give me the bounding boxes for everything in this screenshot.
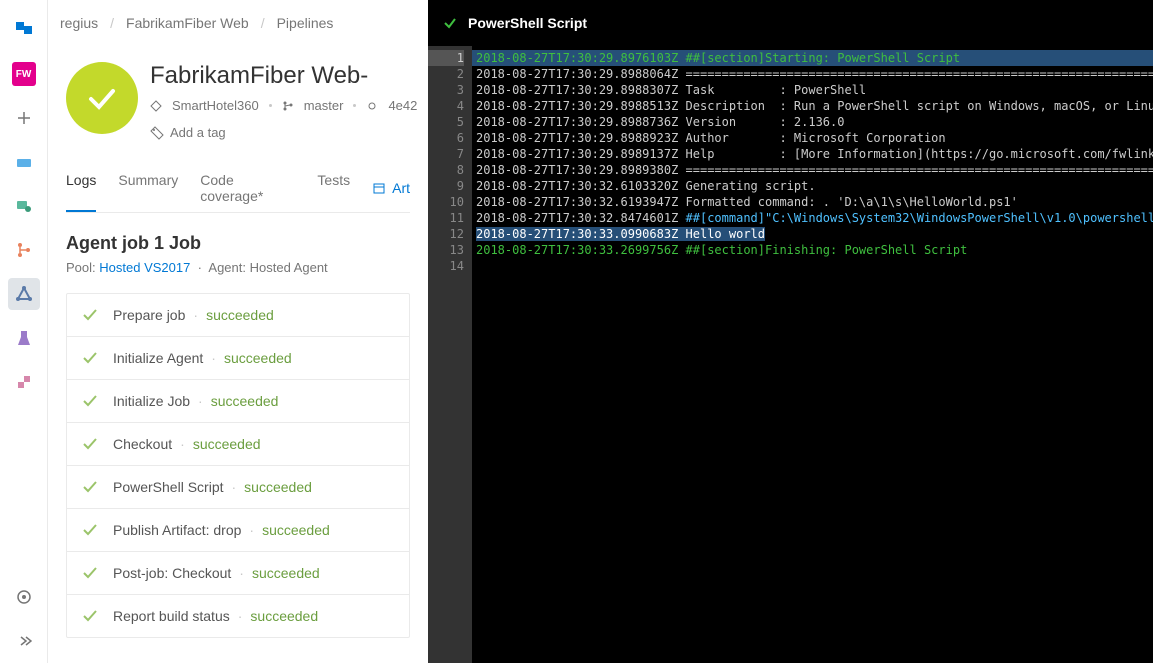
commit-icon <box>366 100 378 112</box>
status-badge-success <box>66 62 138 134</box>
step-name: Checkout <box>113 436 172 452</box>
step-status: succeeded <box>206 307 274 323</box>
console-header: PowerShell Script <box>428 0 1153 46</box>
step-name: Publish Artifact: drop <box>113 522 241 538</box>
log-line: 2018-08-27T17:30:32.6103320Z Generating … <box>472 178 1153 194</box>
job-title: Agent job 1 Job <box>66 233 410 254</box>
step-row[interactable]: Report build status · succeeded <box>67 595 409 637</box>
log-line <box>472 258 1153 274</box>
breadcrumb-project[interactable]: FabrikamFiber Web <box>126 15 249 31</box>
repo-name[interactable]: SmartHotel360 <box>172 98 259 113</box>
step-row[interactable]: Checkout · succeeded <box>67 423 409 466</box>
tab-logs[interactable]: Logs <box>66 164 96 212</box>
breadcrumb-sep: / <box>110 15 114 31</box>
expand-icon[interactable] <box>8 625 40 657</box>
add-icon[interactable] <box>8 102 40 134</box>
step-status: succeeded <box>211 393 279 409</box>
tab-coverage[interactable]: Code coverage* <box>200 164 295 212</box>
testplans-icon[interactable] <box>8 322 40 354</box>
build-title: FabrikamFiber Web- <box>150 62 417 90</box>
step-row[interactable]: Prepare job · succeeded <box>67 294 409 337</box>
tab-tests[interactable]: Tests <box>317 164 350 212</box>
check-icon <box>442 15 458 31</box>
log-line: 2018-08-27T17:30:33.2699756Z ##[section]… <box>472 242 1153 258</box>
log-line: 2018-08-27T17:30:29.8988736Z Version : 2… <box>472 114 1153 130</box>
check-icon <box>81 306 99 324</box>
breadcrumb-org[interactable]: regius <box>60 15 98 31</box>
branch-icon <box>282 100 294 112</box>
step-name: Prepare job <box>113 307 185 323</box>
artifacts-icon[interactable] <box>8 366 40 398</box>
tab-summary[interactable]: Summary <box>118 164 178 212</box>
console-title: PowerShell Script <box>468 15 587 31</box>
check-icon <box>81 349 99 367</box>
repo-icon <box>150 100 162 112</box>
log-line: 2018-08-27T17:30:29.8989137Z Help : [Mor… <box>472 146 1153 162</box>
step-row[interactable]: Initialize Job · succeeded <box>67 380 409 423</box>
pipelines-icon[interactable] <box>8 278 40 310</box>
check-icon <box>81 521 99 539</box>
log-line: 2018-08-27T17:30:32.8474601Z ##[command]… <box>472 210 1153 226</box>
log-line: 2018-08-27T17:30:33.0990683Z Hello world <box>472 226 1153 242</box>
log-line: 2018-08-27T17:30:29.8988513Z Description… <box>472 98 1153 114</box>
step-status: succeeded <box>252 565 320 581</box>
step-status: succeeded <box>244 479 312 495</box>
project-badge[interactable]: FW <box>8 58 40 90</box>
repos-icon[interactable] <box>8 190 40 222</box>
branches-icon[interactable] <box>8 234 40 266</box>
log-line: 2018-08-27T17:30:29.8989380Z ===========… <box>472 162 1153 178</box>
steps-list: Prepare job · succeeded Initialize Agent… <box>66 293 410 638</box>
breadcrumb-section[interactable]: Pipelines <box>277 15 334 31</box>
step-status: succeeded <box>262 522 330 538</box>
artifact-icon <box>372 181 386 195</box>
breadcrumb-sep: / <box>261 15 265 31</box>
step-status: succeeded <box>193 436 261 452</box>
log-line: 2018-08-27T17:30:29.8988923Z Author : Mi… <box>472 130 1153 146</box>
line-gutter: 1234567891011121314 <box>428 46 472 663</box>
step-status: succeeded <box>224 350 292 366</box>
commit-hash[interactable]: 4e42 <box>388 98 417 113</box>
nav-sidebar: FW <box>0 0 48 663</box>
log-line: 2018-08-27T17:30:32.6193947Z Formatted c… <box>472 194 1153 210</box>
branch-name[interactable]: master <box>304 98 344 113</box>
tag-icon <box>150 126 164 140</box>
check-icon <box>81 392 99 410</box>
step-name: Initialize Job <box>113 393 190 409</box>
tab-artifacts[interactable]: Art <box>372 164 410 212</box>
log-line: 2018-08-27T17:30:29.8988064Z ===========… <box>472 66 1153 82</box>
step-row[interactable]: PowerShell Script · succeeded <box>67 466 409 509</box>
step-name: PowerShell Script <box>113 479 224 495</box>
step-row[interactable]: Publish Artifact: drop · succeeded <box>67 509 409 552</box>
step-status: succeeded <box>250 608 318 624</box>
log-line: 2018-08-27T17:30:29.8976103Z ##[section]… <box>472 50 1153 66</box>
settings-icon[interactable] <box>8 581 40 613</box>
breadcrumb: regius / FabrikamFiber Web / Pipelines <box>48 0 428 46</box>
build-details-panel: regius / FabrikamFiber Web / Pipelines F… <box>48 0 428 663</box>
check-icon <box>81 478 99 496</box>
check-icon <box>81 607 99 625</box>
step-row[interactable]: Post-job: Checkout · succeeded <box>67 552 409 595</box>
step-name: Initialize Agent <box>113 350 203 366</box>
step-row[interactable]: Initialize Agent · succeeded <box>67 337 409 380</box>
logo-icon[interactable] <box>8 14 40 46</box>
step-name: Post-job: Checkout <box>113 565 231 581</box>
add-tag-button[interactable]: Add a tag <box>150 125 417 140</box>
pool-link[interactable]: Hosted VS2017 <box>99 260 190 275</box>
check-icon <box>81 564 99 582</box>
boards-icon[interactable] <box>8 146 40 178</box>
job-meta: Pool: Hosted VS2017 · Agent: Hosted Agen… <box>66 260 410 275</box>
check-icon <box>81 435 99 453</box>
log-output[interactable]: 2018-08-27T17:30:29.8976103Z ##[section]… <box>472 46 1153 663</box>
step-name: Report build status <box>113 608 230 624</box>
tabs: Logs Summary Code coverage* Tests Art <box>66 164 410 213</box>
log-line: 2018-08-27T17:30:29.8988307Z Task : Powe… <box>472 82 1153 98</box>
console-panel: PowerShell Script 1234567891011121314 20… <box>428 0 1153 663</box>
